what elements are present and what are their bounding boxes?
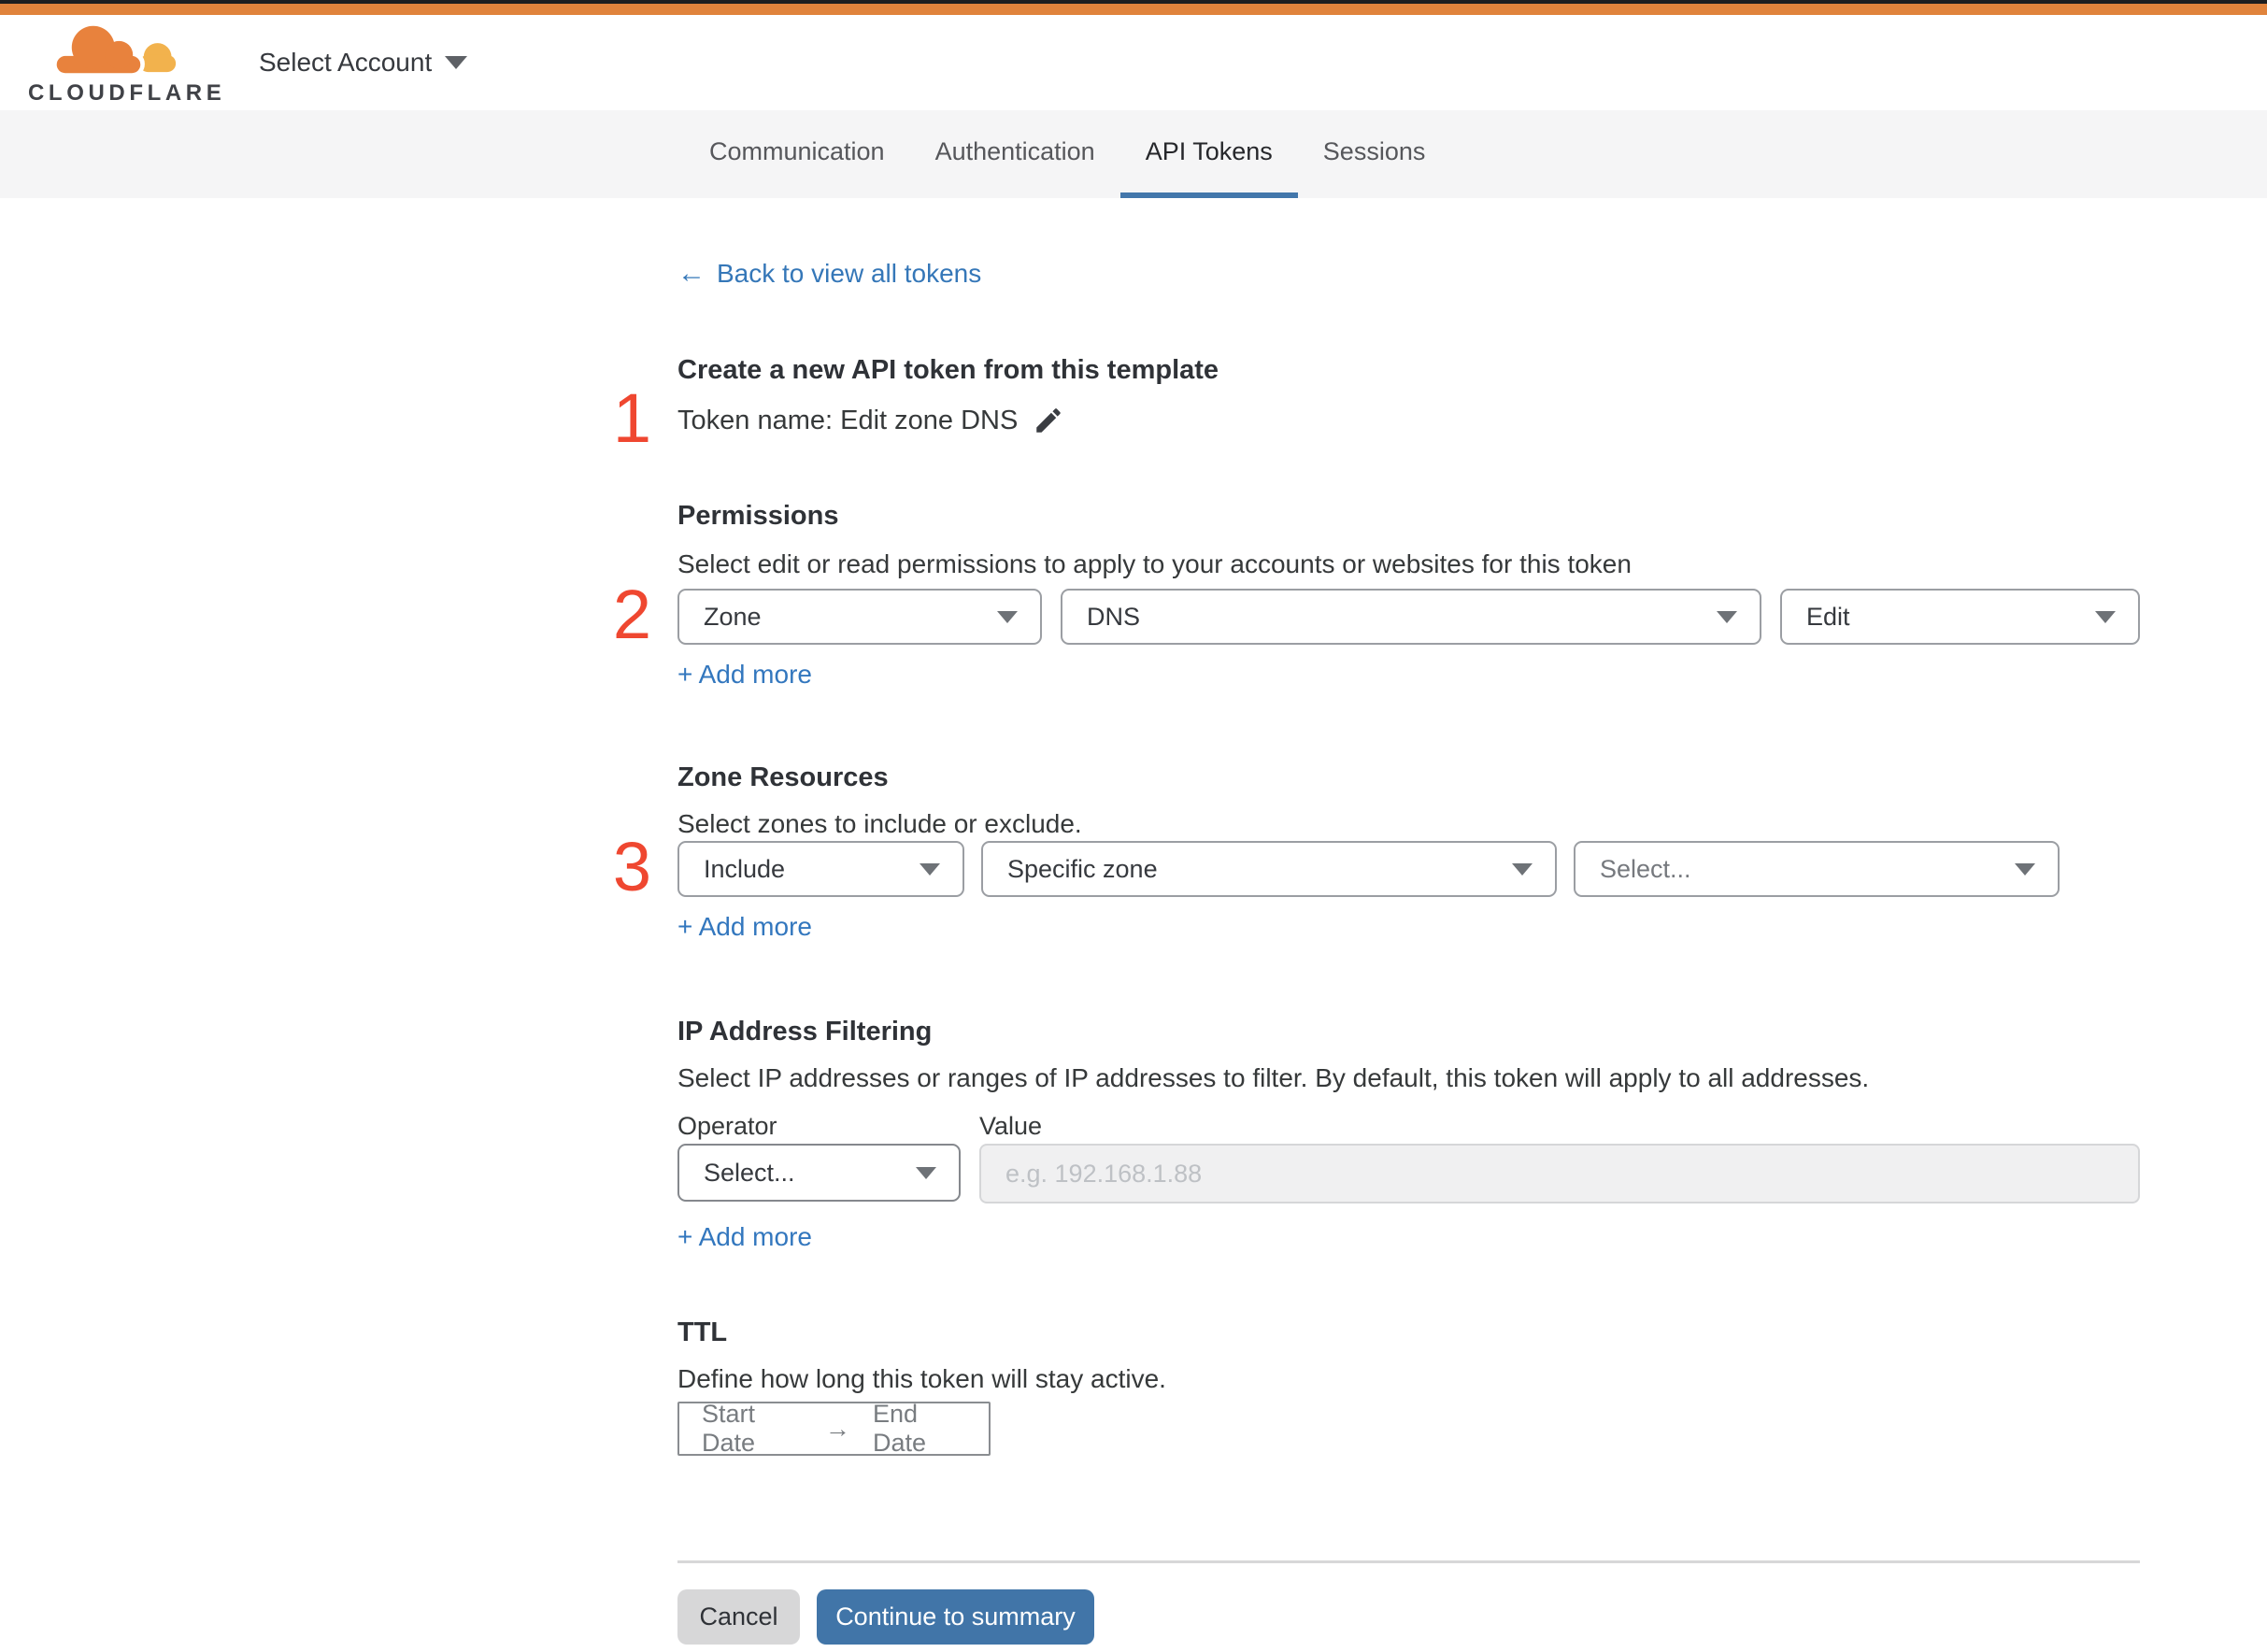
cloudflare-api-token-page: CLOUDFLARE Select Account Communication … [0,0,2267,1652]
start-date-label: Start Date [702,1400,756,1457]
ip-filtering-row: Select... [677,1144,2140,1203]
permission-scope-select[interactable]: Zone [677,589,1042,645]
tab-authentication[interactable]: Authentication [910,110,1120,198]
operator-label: Operator [677,1112,777,1140]
ip-filtering-title: IP Address Filtering [677,1017,933,1047]
tab-bar: Communication Authentication API Tokens … [0,110,2267,198]
ip-filtering-description: Select IP addresses or ranges of IP addr… [677,1063,1870,1092]
arrow-right-icon: → [824,1414,850,1443]
cancel-button[interactable]: Cancel [677,1589,800,1645]
back-to-tokens-link[interactable]: ← Back to view all tokens [677,258,981,290]
back-link-label: Back to view all tokens [717,259,982,288]
footer-divider [677,1560,2140,1563]
tab-communication[interactable]: Communication [684,110,910,198]
step-1-badge: 1 [612,379,651,457]
chevron-down-icon [920,862,940,876]
tab-sessions[interactable]: Sessions [1298,110,1451,198]
account-selector-label: Select Account [259,48,433,77]
chevron-down-icon [2095,610,2116,623]
zone-resources-description: Select zones to include or exclude. [677,809,1082,838]
ttl-title: TTL [677,1317,728,1347]
ttl-date-range-picker[interactable]: Start Date → End Date [677,1400,991,1457]
end-date-label: End Date [872,1400,927,1457]
zone-resources-title: Zone Resources [677,762,889,792]
ttl-description: Define how long this token will stay act… [677,1364,1166,1393]
ip-filtering-labels: Operator Value [677,1112,2140,1144]
permission-level-select[interactable]: Edit [1780,589,2140,645]
zone-include-select[interactable]: Include [677,841,964,897]
cloudflare-logo: CLOUDFLARE [28,21,226,110]
back-arrow-icon: ← [677,258,706,289]
permissions-row: 2 Zone DNS Edit [613,580,2140,649]
zone-resources-row: 3 Include Specific zone Select... [613,833,2140,902]
ip-operator-select[interactable]: Select... [677,1144,961,1202]
chevron-down-icon [2015,862,2035,876]
ip-value-input[interactable] [979,1144,2140,1203]
permissions-description: Select edit or read permissions to apply… [677,549,1632,578]
value-label: Value [979,1112,1043,1140]
account-selector[interactable]: Select Account [259,15,468,110]
zone-type-select[interactable]: Specific zone [981,841,1557,897]
tabs: Communication Authentication API Tokens … [684,110,1450,198]
page-title: Create a new API token from this templat… [677,355,1219,385]
zone-resources-add-more-link[interactable]: + Add more [677,910,812,944]
chevron-down-icon [916,1166,936,1179]
permission-group-select[interactable]: DNS [1061,589,1761,645]
brand-wordmark: CLOUDFLARE [28,80,226,106]
step-3-badge: 3 [612,828,651,905]
permissions-add-more-link[interactable]: + Add more [677,658,812,691]
permissions-title: Permissions [677,501,839,531]
chevron-down-icon [997,610,1018,623]
chevron-down-icon [1512,862,1533,876]
main-content: ← Back to view all tokens Create a new A… [613,198,2140,1645]
ip-filtering-add-more-link[interactable]: + Add more [677,1220,812,1254]
continue-to-summary-button[interactable]: Continue to summary [817,1589,1094,1645]
brand-top-bar [0,4,2267,15]
cloudflare-cloud-icon [52,21,177,77]
token-name-text: Token name: Edit zone DNS [677,405,1019,435]
header: CLOUDFLARE Select Account [0,15,2267,110]
edit-pencil-icon[interactable] [1033,405,1064,436]
chevron-down-icon [1717,610,1737,623]
token-name-row: 1 Token name: Edit zone DNS [613,384,2140,453]
footer-actions: Cancel Continue to summary [677,1589,2140,1645]
step-2-badge: 2 [612,576,651,653]
chevron-down-icon [445,56,468,69]
zone-name-select[interactable]: Select... [1574,841,2060,897]
tab-api-tokens[interactable]: API Tokens [1119,110,1298,198]
